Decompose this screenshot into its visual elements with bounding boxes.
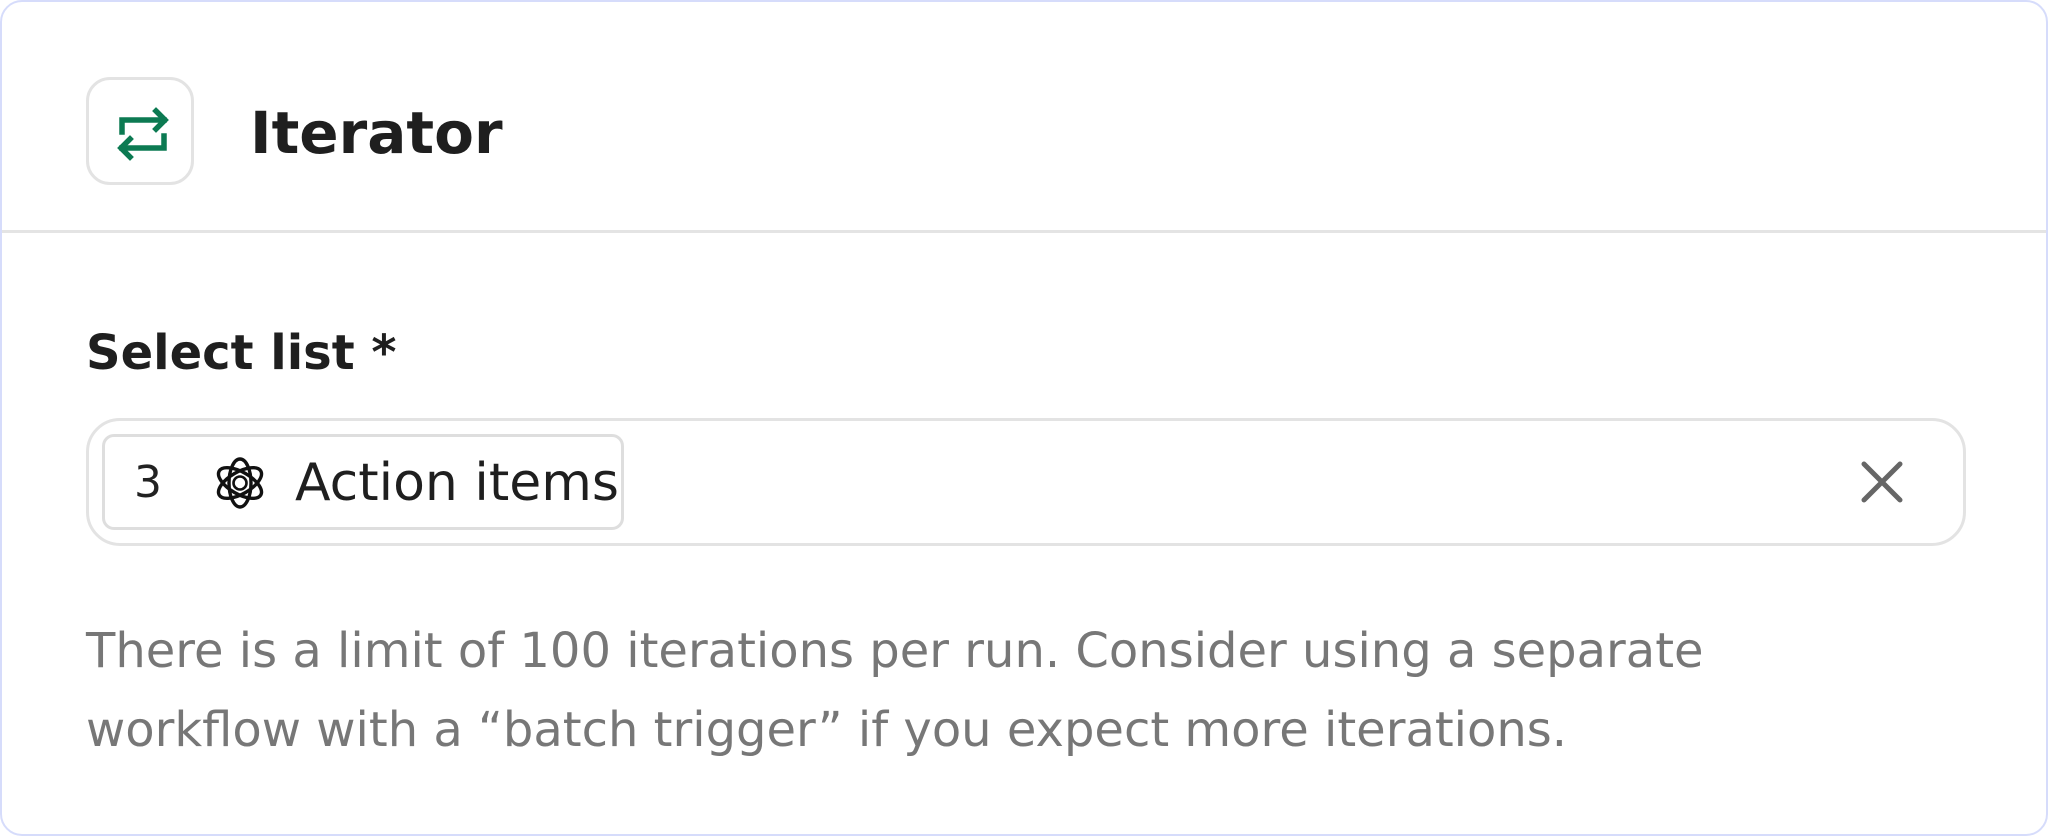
chip-step-number: 3 [134, 457, 162, 508]
select-list-label: Select list * [86, 325, 397, 381]
node-header: Iterator [2, 2, 2046, 233]
clear-selection-button[interactable] [1853, 453, 1911, 511]
iterator-node-panel: Iterator Select list * 3 Action items Th… [0, 0, 2048, 836]
openai-logo-icon [216, 457, 264, 509]
node-icon-tile [86, 77, 194, 185]
iteration-limit-help-text: There is a limit of 100 iterations per r… [86, 623, 1704, 758]
close-icon [1861, 461, 1903, 503]
chip-list-name: Action items [295, 453, 619, 513]
node-title: Iterator [250, 99, 503, 167]
select-list-input[interactable]: 3 Action items [86, 418, 1966, 546]
selected-list-chip[interactable]: 3 Action items [102, 434, 624, 530]
repeat-arrows-icon [117, 107, 169, 161]
